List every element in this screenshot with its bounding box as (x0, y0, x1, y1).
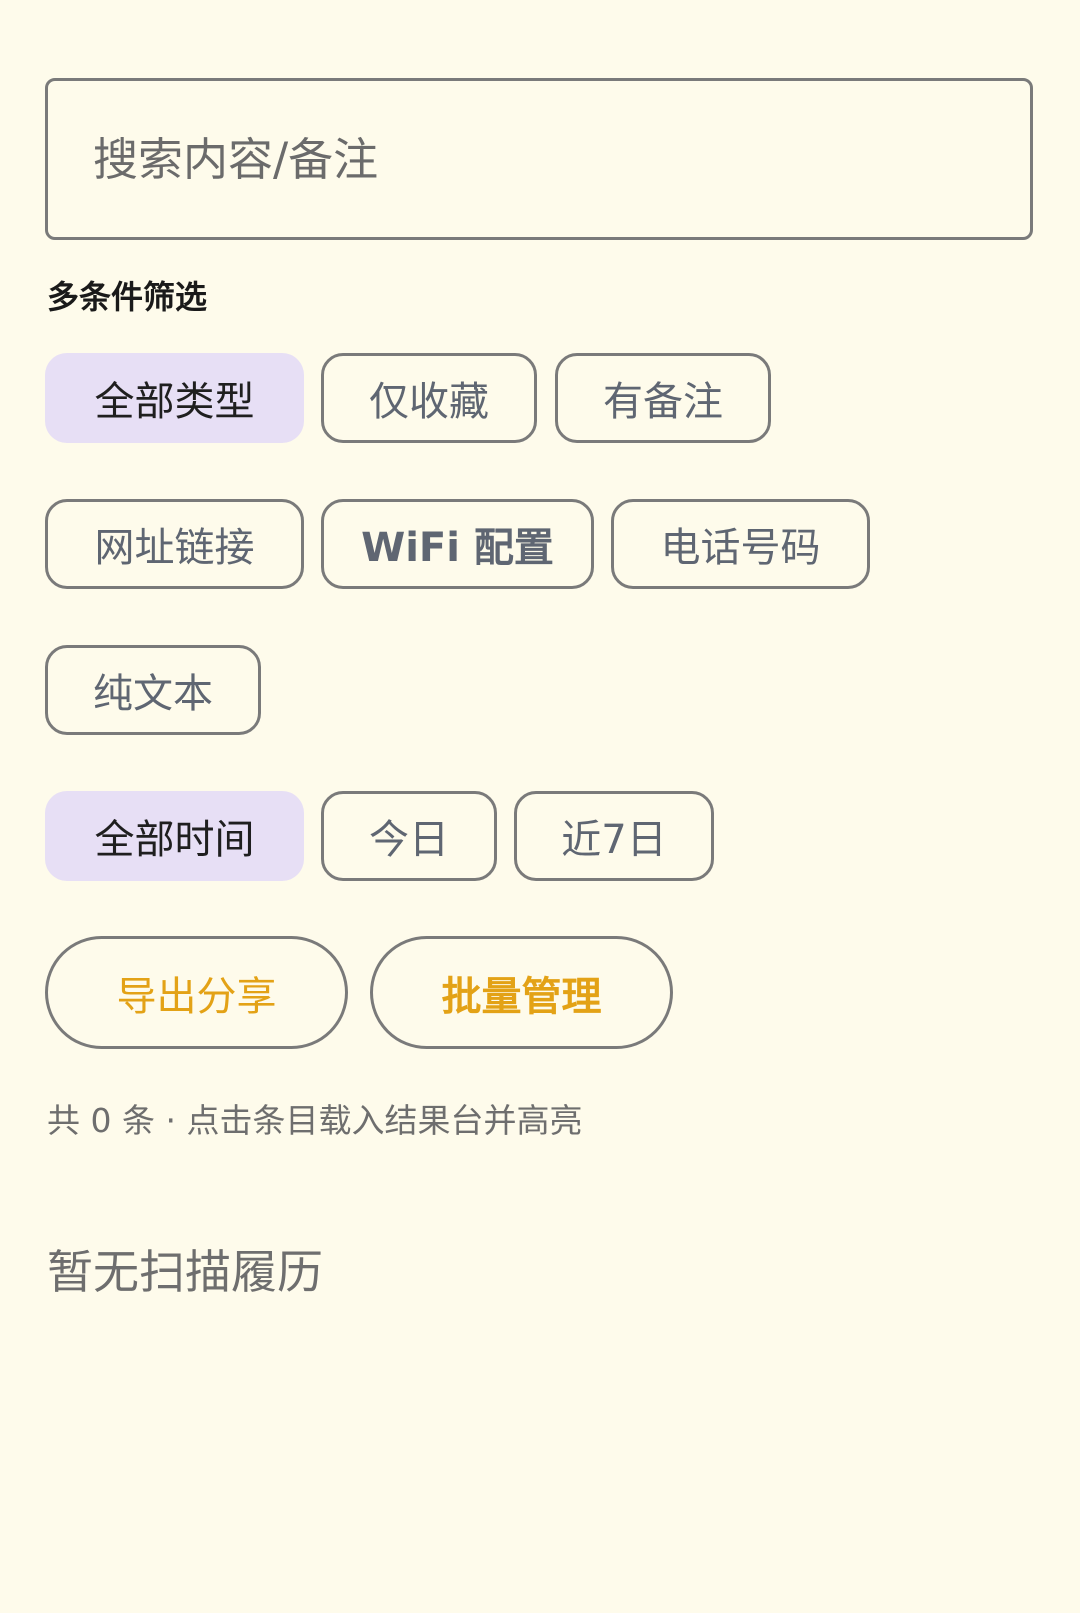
chip-all-time[interactable]: 全部时间 (45, 791, 304, 881)
export-share-button[interactable]: 导出分享 (45, 936, 348, 1049)
search-box[interactable] (45, 78, 1033, 240)
result-count-hint: 共 0 条 · 点击条目载入结果台并高亮 (47, 1101, 583, 1140)
search-input[interactable] (48, 81, 1030, 237)
empty-history-message: 暂无扫描履历 (47, 1245, 323, 1299)
chip-all-types[interactable]: 全部类型 (45, 353, 304, 443)
chip-favorites-only[interactable]: 仅收藏 (321, 353, 537, 443)
chip-wifi-config[interactable]: WiFi 配置 (321, 499, 594, 589)
chip-plain-text[interactable]: 纯文本 (45, 645, 261, 735)
chip-url-link[interactable]: 网址链接 (45, 499, 304, 589)
chip-today[interactable]: 今日 (321, 791, 497, 881)
chip-has-note[interactable]: 有备注 (555, 353, 771, 443)
chip-last-7-days[interactable]: 近7日 (514, 791, 714, 881)
batch-manage-button[interactable]: 批量管理 (370, 936, 673, 1049)
chip-phone-number[interactable]: 电话号码 (611, 499, 870, 589)
filter-section-title: 多条件筛选 (47, 278, 208, 316)
